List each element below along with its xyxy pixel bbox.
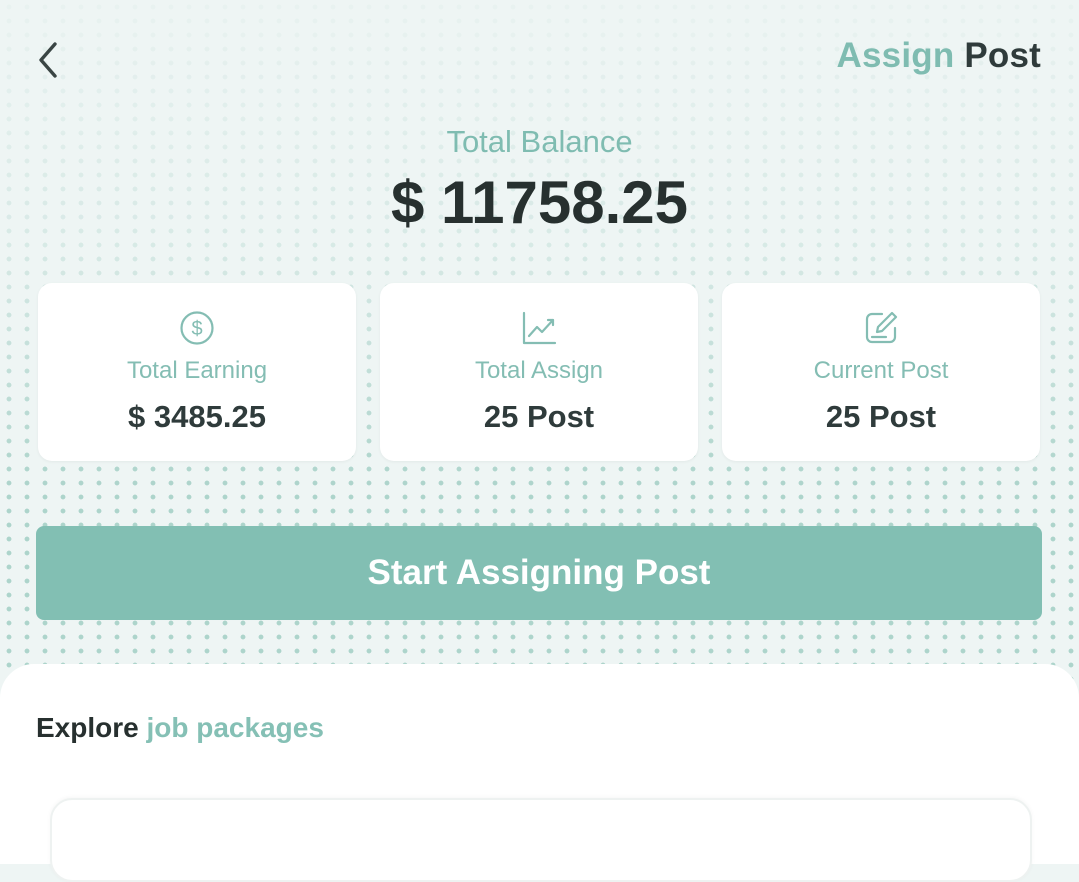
explore-prefix: Explore xyxy=(36,712,139,743)
back-button[interactable] xyxy=(28,38,68,82)
edit-note-icon xyxy=(865,311,898,344)
job-package-card[interactable] xyxy=(50,798,1032,882)
stat-value: 25 Post xyxy=(825,399,937,434)
page-title: Assign Post xyxy=(837,36,1041,76)
stat-label: Total Earning xyxy=(126,357,268,384)
line-chart-icon xyxy=(522,311,557,345)
start-assigning-post-button[interactable]: Start Assigning Post xyxy=(36,526,1042,620)
svg-text:$: $ xyxy=(191,318,202,340)
explore-accent: job packages xyxy=(146,712,324,743)
stat-card-total-assign: Total Assign 25 Post xyxy=(380,283,698,461)
explore-heading: Explore job packages xyxy=(36,712,324,744)
stat-label: Current Post xyxy=(813,357,949,384)
stat-card-total-earning: $ Total Earning $ 3485.25 xyxy=(38,283,356,461)
page-title-main: Post xyxy=(964,36,1041,75)
stat-value: $ 3485.25 xyxy=(128,399,266,434)
stat-label: Total Assign xyxy=(474,357,604,384)
stat-value: 25 Post xyxy=(483,399,595,434)
chevron-left-icon xyxy=(39,42,57,78)
dollar-circle-icon: $ xyxy=(180,311,214,345)
total-balance-label: Total Balance xyxy=(446,124,633,159)
stat-card-current-post: Current Post 25 Post xyxy=(722,283,1040,461)
total-balance-value: $ 11758.25 xyxy=(391,169,688,236)
page-title-accent: Assign xyxy=(836,36,955,75)
